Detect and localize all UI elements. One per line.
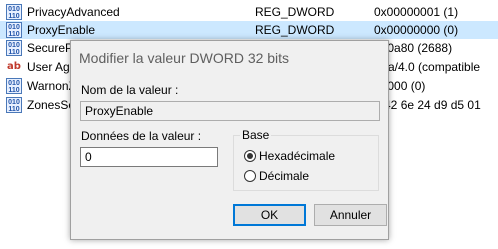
value-type: REG_DWORD: [255, 5, 335, 19]
list-item[interactable]: 010 110 PrivacyAdvanced REG_DWORD 0x00000…: [0, 3, 498, 21]
binary-value-icon: 010 110: [6, 40, 22, 56]
string-value-icon: ab: [7, 61, 21, 72]
value-name: WarnonZ: [27, 79, 76, 93]
value-name-field: ProxyEnable: [80, 101, 380, 121]
base-group-label: Base: [240, 128, 272, 142]
value-data: d 42 6e 24 d9 d5 01: [374, 98, 481, 112]
binary-value-icon: 010 110: [6, 4, 22, 20]
radio-selected-icon: [244, 150, 256, 162]
value-data: 0x00000000 (0): [374, 23, 459, 37]
list-item[interactable]: 010 110 ProxyEnable REG_DWORD 0x00000000 …: [0, 21, 498, 39]
value-data: zilla/4.0 (compatible: [374, 60, 481, 74]
value-name: PrivacyAdvanced: [27, 5, 120, 19]
binary-value-icon: 010 110: [6, 78, 22, 94]
cancel-button[interactable]: Annuler: [314, 204, 387, 226]
hexadecimal-radio-label: Hexadécimale: [259, 149, 336, 163]
value-data: 0x00000001 (1): [374, 5, 459, 19]
value-name-label: Nom de la valeur :: [81, 83, 179, 97]
radio-unselected-icon: [244, 170, 256, 182]
dialog-title: Modifier la valeur DWORD 32 bits: [79, 50, 290, 66]
value-data-input[interactable]: 0: [80, 147, 218, 167]
binary-value-icon: 010 110: [6, 97, 22, 113]
edit-dword-dialog: Modifier la valeur DWORD 32 bits Nom de …: [70, 40, 389, 240]
value-name: SecureP: [27, 41, 74, 55]
value-name: User Age: [27, 60, 77, 74]
value-type: REG_DWORD: [255, 23, 335, 37]
decimal-radio-label: Décimale: [259, 169, 310, 183]
binary-value-icon: 010 110: [6, 22, 22, 38]
base-group: Base Hexadécimale Décimale: [233, 128, 379, 191]
value-data-label: Données de la valeur :: [81, 129, 202, 143]
value-name: ZonesSe: [27, 98, 76, 112]
value-name: ProxyEnable: [27, 23, 96, 37]
ok-button[interactable]: OK: [233, 204, 306, 226]
